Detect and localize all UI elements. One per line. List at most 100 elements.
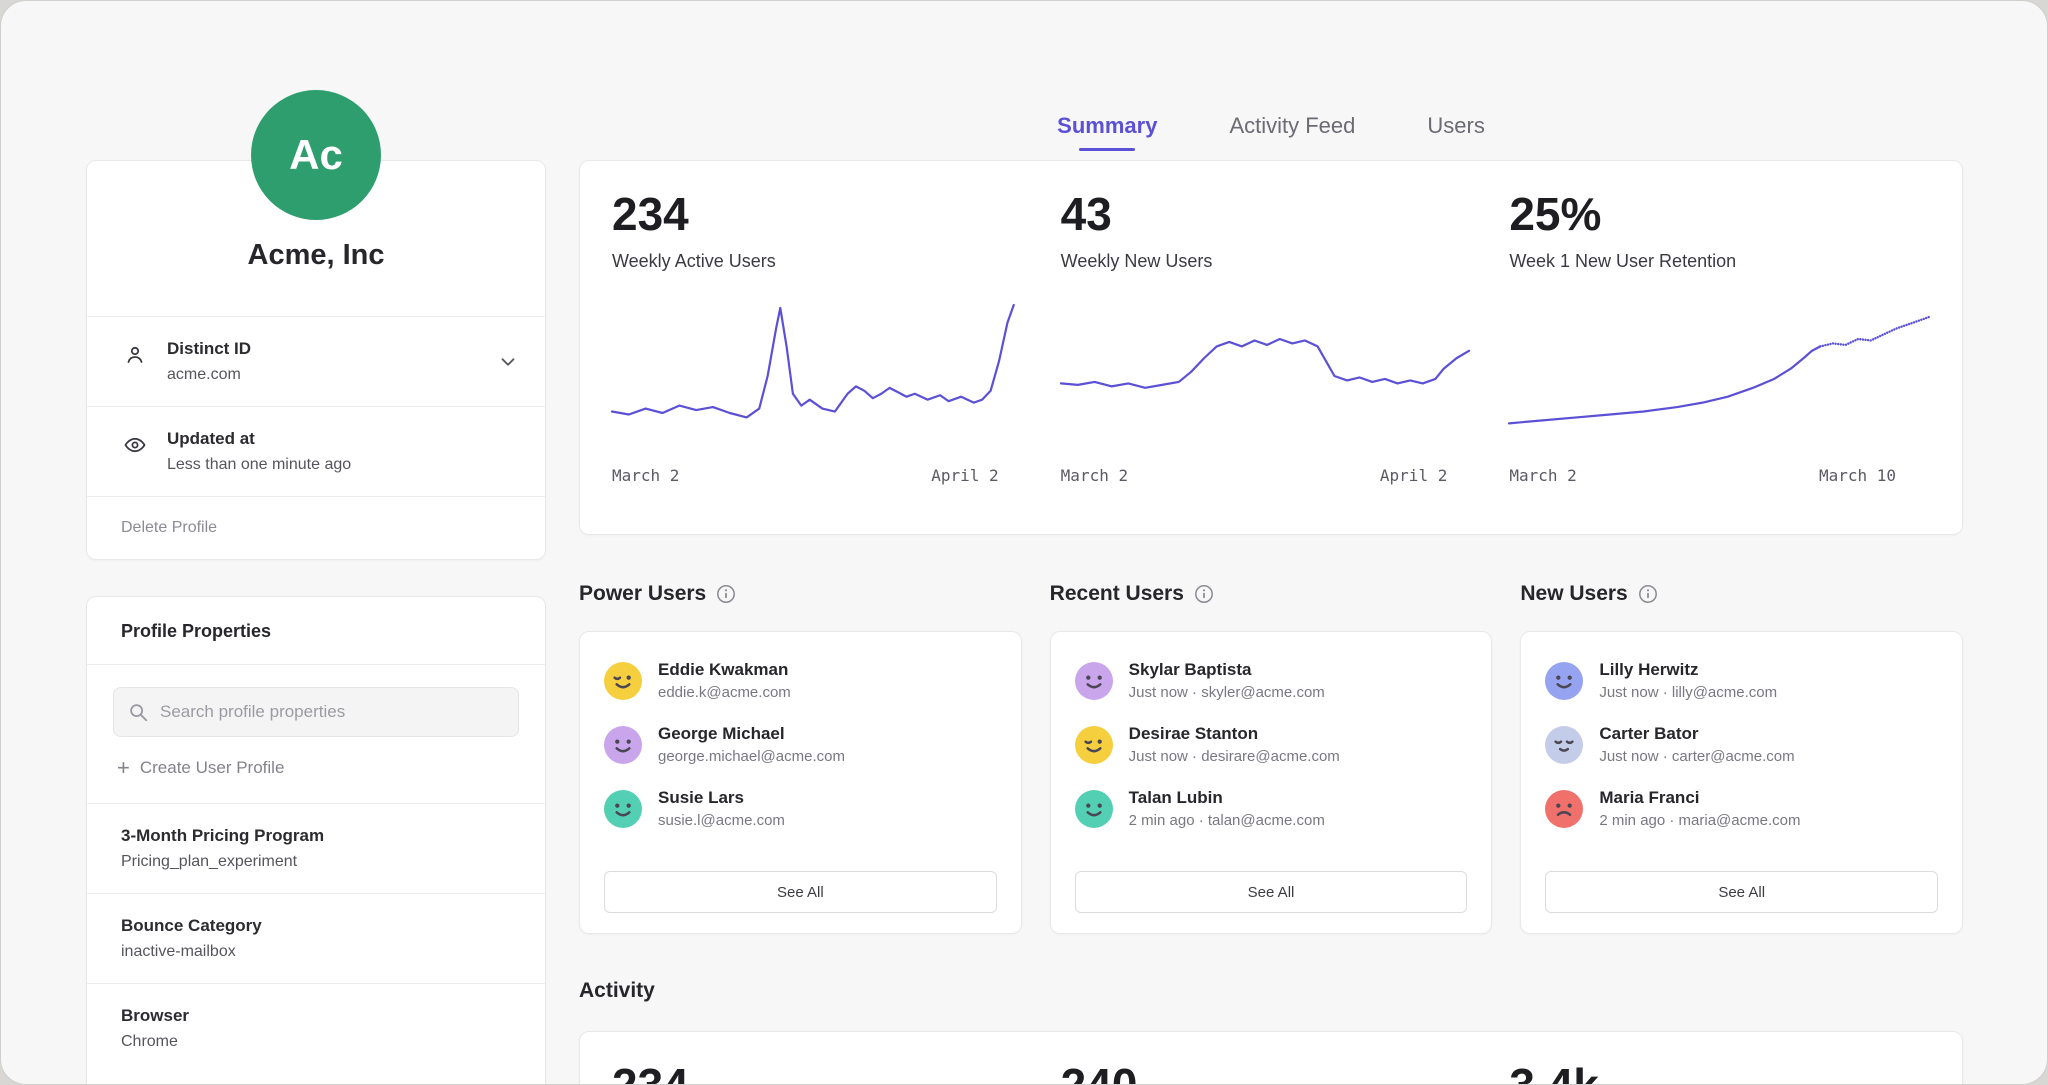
create-user-profile-button[interactable]: + Create User Profile: [87, 737, 545, 803]
list-header: Power Users: [579, 579, 1022, 609]
user-avatar: [1075, 726, 1113, 764]
weekly-active-users-sparkline: [612, 302, 1033, 450]
field-value: Less than one minute ago: [167, 456, 519, 474]
user-name: Lilly Herwitz: [1599, 660, 1777, 680]
profile-properties-card: Profile Properties + Create User Profile…: [86, 596, 546, 1085]
tab-users[interactable]: Users: [1427, 113, 1484, 151]
profile-card: Acme, Inc Distinct ID acme.com Updated a…: [86, 160, 546, 560]
see-all-button[interactable]: See All: [1075, 871, 1468, 913]
profile-sidebar: Ac Acme, Inc Distinct ID acme.com Upda: [86, 90, 546, 1085]
user-meta: 2 min ago · maria@acme.com: [1599, 812, 1800, 829]
profile-properties-title: Profile Properties: [87, 597, 545, 664]
see-all-button[interactable]: See All: [1545, 871, 1938, 913]
x-axis: March 2 March 10: [1509, 466, 1930, 485]
activity-card: 234 240 3.4k: [579, 1031, 1963, 1085]
user-meta: 2 min ago · talan@acme.com: [1129, 812, 1325, 829]
list-item[interactable]: Susie Lars susie.l@acme.com: [604, 788, 997, 829]
list-item[interactable]: Carter Bator Just now · carter@acme.com: [1545, 724, 1938, 765]
property-row-browser[interactable]: Browser Chrome: [87, 983, 545, 1073]
activity-stat: 240: [1061, 1062, 1482, 1085]
user-avatar: [604, 790, 642, 828]
info-icon[interactable]: [1194, 584, 1214, 604]
plus-icon: +: [117, 757, 130, 779]
app-window: Ac Acme, Inc Distinct ID acme.com Upda: [0, 0, 2048, 1085]
tab-summary[interactable]: Summary: [1057, 113, 1157, 151]
recent-users-section: Recent Users Skylar Baptista Just now · …: [1050, 579, 1493, 934]
user-avatar: [604, 726, 642, 764]
user-avatar: [1075, 790, 1113, 828]
eye-icon: [123, 433, 147, 457]
user-meta: susie.l@acme.com: [658, 812, 785, 829]
user-name: Carter Bator: [1599, 724, 1794, 744]
activity-stat: 234: [612, 1062, 1033, 1085]
activity-section-title: Activity: [579, 979, 655, 1003]
recent-users-card: Skylar Baptista Just now · skyler@acme.c…: [1050, 631, 1493, 934]
property-label: 3-Month Pricing Program: [121, 826, 511, 846]
metric-weekly-active-users: 234 Weekly Active Users March 2 April 2: [612, 191, 1033, 510]
info-icon[interactable]: [1638, 584, 1658, 604]
updated-at-row: Updated at Less than one minute ago: [87, 406, 545, 496]
user-name: Talan Lubin: [1129, 788, 1325, 808]
list-title: Recent Users: [1050, 582, 1184, 606]
user-avatar: [1545, 662, 1583, 700]
axis-end-label: April 2: [931, 466, 998, 485]
list-header: New Users: [1520, 579, 1963, 609]
divider: [87, 664, 545, 665]
delete-profile-button[interactable]: Delete Profile: [87, 496, 545, 559]
list-item[interactable]: Talan Lubin 2 min ago · talan@acme.com: [1075, 788, 1468, 829]
metric-label: Weekly Active Users: [612, 251, 1033, 272]
list-item[interactable]: Skylar Baptista Just now · skyler@acme.c…: [1075, 660, 1468, 701]
user-avatar: [604, 662, 642, 700]
list-title: New Users: [1520, 582, 1627, 606]
user-meta: Just now · carter@acme.com: [1599, 748, 1794, 765]
metric-week1-retention: 25% Week 1 New User Retention March 2 Ma…: [1509, 191, 1930, 510]
list-title: Power Users: [579, 582, 706, 606]
field-label: Distinct ID: [167, 339, 519, 359]
user-name: George Michael: [658, 724, 845, 744]
metric-label: Week 1 New User Retention: [1509, 251, 1930, 272]
list-item[interactable]: Desirae Stanton Just now · desirare@acme…: [1075, 724, 1468, 765]
x-axis: March 2 April 2: [1061, 466, 1482, 485]
tab-bar: Summary Activity Feed Users: [579, 113, 1963, 151]
user-name: Maria Franci: [1599, 788, 1800, 808]
user-name: Eddie Kwakman: [658, 660, 791, 680]
axis-start-label: March 2: [612, 466, 679, 485]
list-item[interactable]: Maria Franci 2 min ago · maria@acme.com: [1545, 788, 1938, 829]
chevron-down-icon[interactable]: [497, 351, 519, 373]
user-avatar: [1545, 726, 1583, 764]
user-name: Susie Lars: [658, 788, 785, 808]
user-name: Skylar Baptista: [1129, 660, 1325, 680]
info-icon[interactable]: [716, 584, 736, 604]
new-users-section: New Users Lilly Herwitz Just now · lilly…: [1520, 579, 1963, 934]
field-label: Updated at: [167, 429, 519, 449]
list-item[interactable]: Lilly Herwitz Just now · lilly@acme.com: [1545, 660, 1938, 701]
see-all-button[interactable]: See All: [604, 871, 997, 913]
distinct-id-row[interactable]: Distinct ID acme.com: [87, 316, 545, 406]
list-item[interactable]: Eddie Kwakman eddie.k@acme.com: [604, 660, 997, 701]
summary-metrics-card: 234 Weekly Active Users March 2 April 2 …: [579, 160, 1963, 535]
property-row-pricing-program[interactable]: 3-Month Pricing Program Pricing_plan_exp…: [87, 803, 545, 893]
axis-end-label: March 10: [1819, 466, 1896, 485]
power-users-card: Eddie Kwakman eddie.k@acme.com George Mi…: [579, 631, 1022, 934]
user-avatar: [1545, 790, 1583, 828]
property-row-bounce-category[interactable]: Bounce Category inactive-mailbox: [87, 893, 545, 983]
list-item[interactable]: George Michael george.michael@acme.com: [604, 724, 997, 765]
user-meta: george.michael@acme.com: [658, 748, 845, 765]
power-users-section: Power Users Eddie Kwakman eddie.k@acme.c…: [579, 579, 1022, 934]
axis-start-label: March 2: [1509, 466, 1576, 485]
person-icon: [123, 343, 147, 367]
metric-value: 43: [1061, 191, 1482, 237]
tab-activity-feed[interactable]: Activity Feed: [1229, 113, 1355, 151]
property-value: Pricing_plan_experiment: [121, 853, 511, 871]
user-meta: Just now · skyler@acme.com: [1129, 684, 1325, 701]
property-label: Bounce Category: [121, 916, 511, 936]
metric-label: Weekly New Users: [1061, 251, 1482, 272]
search-icon: [127, 701, 149, 723]
field-value: acme.com: [167, 366, 519, 384]
retention-sparkline: [1509, 302, 1930, 450]
property-value: Chrome: [121, 1033, 511, 1051]
metric-value: 234: [612, 191, 1033, 237]
create-user-profile-label: Create User Profile: [140, 758, 285, 778]
search-profile-properties-input[interactable]: [113, 687, 519, 737]
weekly-new-users-sparkline: [1061, 302, 1482, 450]
